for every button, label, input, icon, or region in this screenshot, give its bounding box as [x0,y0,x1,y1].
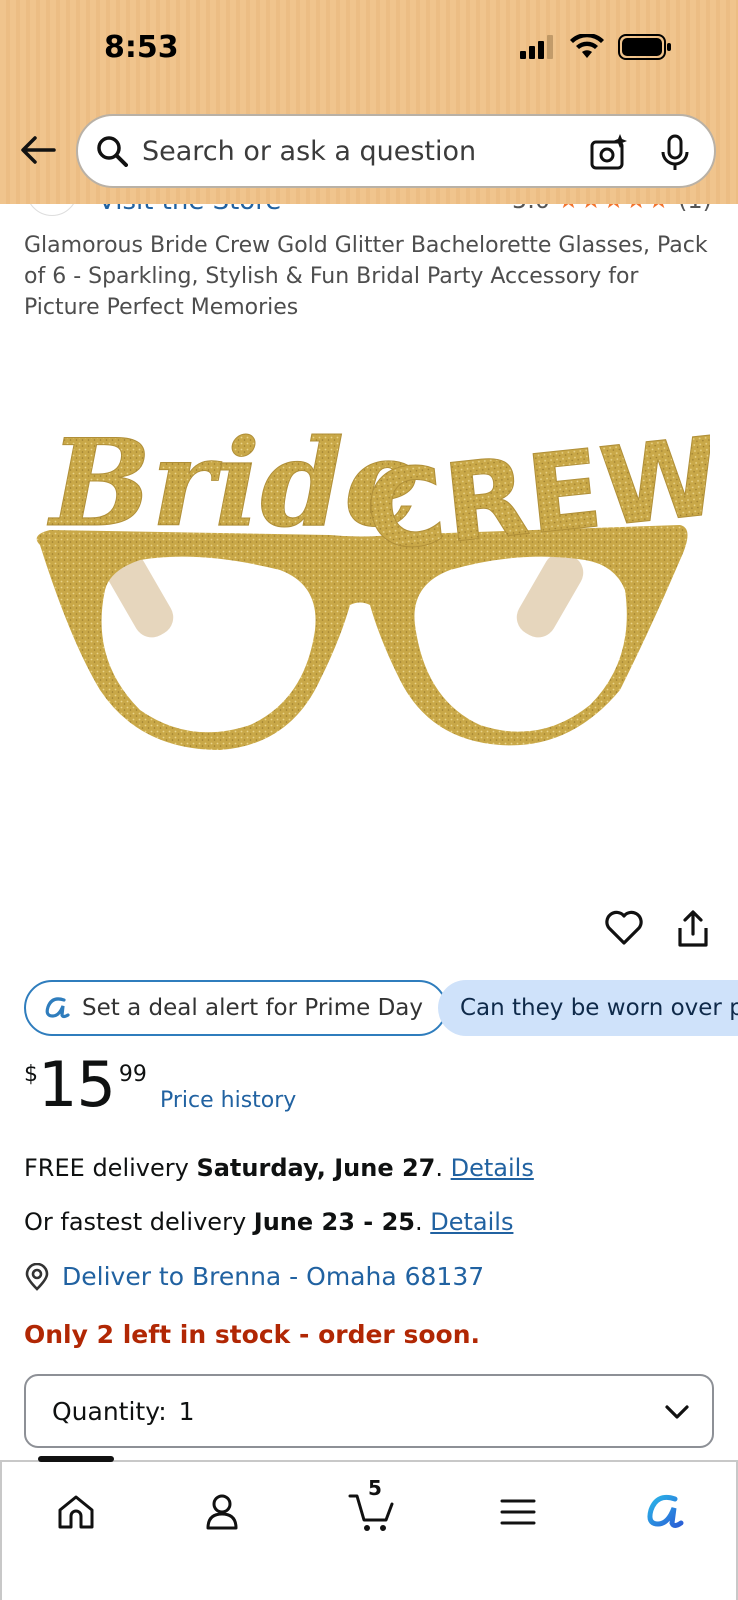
price-fraction: 99 [118,1062,147,1087]
rufus-ai-icon [45,997,70,1019]
voice-search-button[interactable] [660,134,690,176]
search-icon [97,136,128,167]
app-header: 8:53 Search or ask a question [0,0,738,204]
rating-summary[interactable]: 5.0 ★★★★★ (1) [512,204,712,214]
status-icons [520,34,672,60]
fastest-delivery-date: June 23 - 25 [253,1208,415,1236]
fastest-delivery-sep: . [414,1208,431,1236]
wifi-icon [570,34,604,58]
deal-alert-label: Set a deal alert for Prime Day [82,995,423,1021]
deliver-to-link[interactable]: Deliver to Brenna - Omaha 68137 [24,1262,484,1291]
rufus-ai-icon [647,1494,684,1528]
price: $ 15 99 [24,1052,147,1118]
home-icon [58,1495,94,1529]
bottom-navigation: 5 [0,1456,738,1600]
quantity-value: 1 [178,1396,195,1426]
share-icon [678,910,708,947]
cart-count-badge: 5 [368,1476,382,1500]
fastest-delivery-prefix: Or fastest delivery [24,1208,254,1236]
scrolled-header-strip: Visit the Store 5.0 ★★★★★ (1) [0,204,738,218]
rating-stars: ★★★★★ [558,204,671,214]
hamburger-menu-icon [500,1499,536,1525]
search-input[interactable]: Search or ask a question [76,114,716,188]
microphone-icon [661,134,689,170]
price-currency: $ [24,1062,38,1087]
free-delivery-prefix: FREE delivery [24,1154,197,1182]
product-image[interactable]: Bride CREW [30,400,727,790]
status-time: 8:53 [104,30,179,65]
store-logo[interactable] [26,204,78,216]
wishlist-button[interactable] [604,910,644,950]
nav-home[interactable] [46,1482,106,1542]
deliver-to-label: Deliver to Brenna - Omaha 68137 [62,1262,485,1291]
free-delivery-date: Saturday, June 27 [196,1154,436,1182]
active-tab-indicator [38,1456,114,1462]
free-delivery-sep: . [435,1154,451,1182]
rating-value: 5.0 [512,204,550,214]
arrow-left-icon [21,136,56,164]
nav-rufus[interactable] [634,1482,694,1542]
person-icon [206,1494,238,1530]
free-delivery-details-link[interactable]: Details [451,1154,534,1182]
location-pin-icon [25,1262,49,1291]
fastest-delivery-details-link[interactable]: Details [430,1208,513,1236]
free-delivery-line: FREE delivery Saturday, June 27. Details [24,1154,534,1182]
quantity-select[interactable]: Quantity: 1 [24,1374,714,1448]
battery-icon [618,34,671,60]
visit-store-link[interactable]: Visit the Store [98,204,281,216]
fastest-delivery-line: Or fastest delivery June 23 - 25. Detail… [24,1208,513,1236]
product-title: Glamorous Bride Crew Gold Glitter Bachel… [24,233,708,320]
back-button[interactable] [18,130,58,170]
rating-count: (1) [678,204,712,214]
nav-account[interactable] [192,1482,252,1542]
price-history-link[interactable]: Price history [160,1088,296,1113]
nav-cart[interactable]: 5 [342,1476,402,1542]
quantity-label: Quantity: [52,1396,167,1426]
cellular-signal-icon [520,35,553,59]
question-chip-label: Can they be worn over p [460,995,738,1021]
chevron-down-icon [665,1405,689,1419]
stock-status: Only 2 left in stock - order soon. [24,1320,480,1349]
price-whole: 15 [38,1048,116,1121]
camera-sparkle-icon [590,134,627,170]
search-placeholder: Search or ask a question [142,135,477,167]
nav-menu[interactable] [488,1482,548,1542]
share-button[interactable] [676,910,710,952]
heart-icon [605,910,643,945]
question-chip[interactable]: Can they be worn over p [438,980,738,1036]
deal-alert-chip[interactable]: Set a deal alert for Prime Day [24,980,447,1036]
camera-search-button[interactable] [590,134,628,176]
